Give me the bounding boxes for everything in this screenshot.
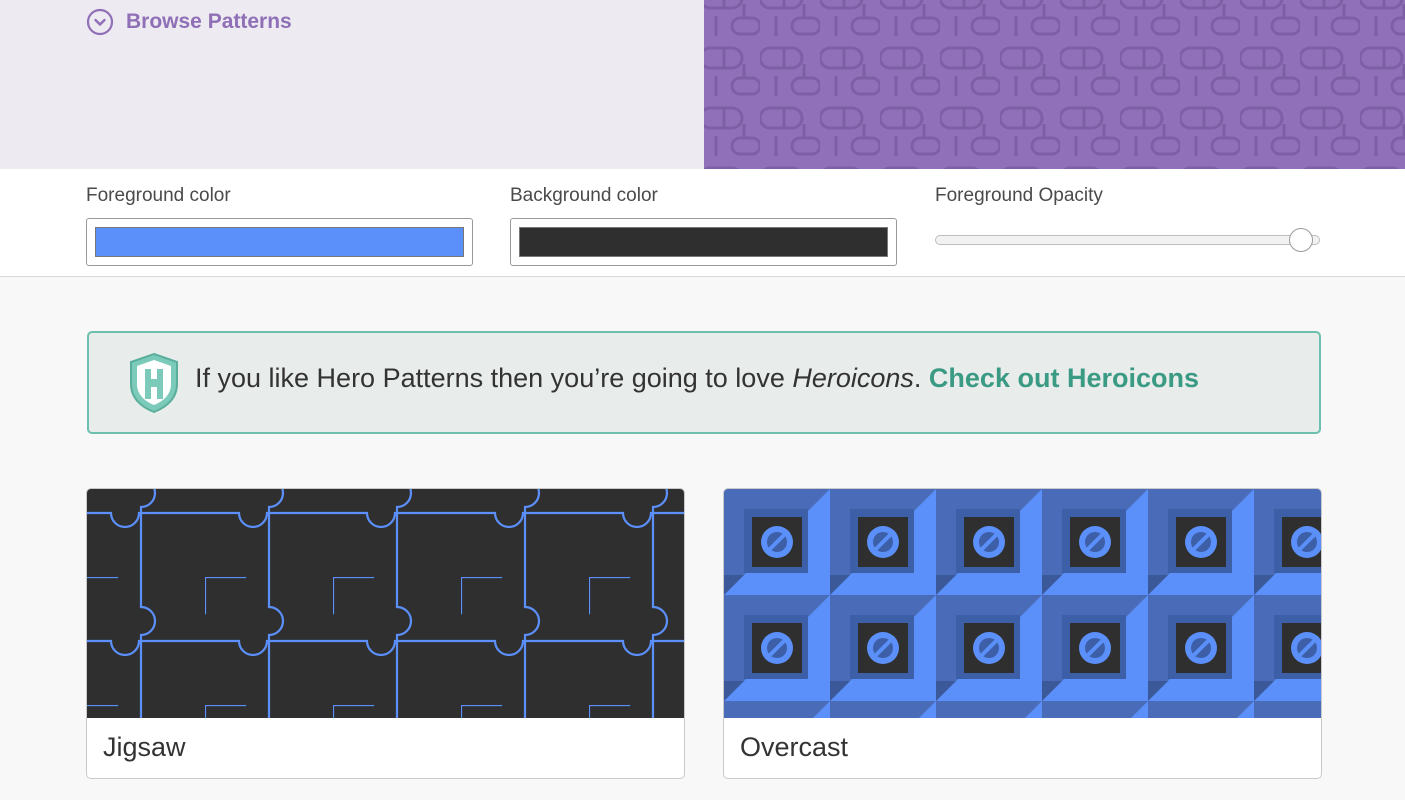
promo-product-name: Heroicons <box>792 363 914 393</box>
promo-text-before: If you like Hero Patterns then you’re go… <box>195 363 793 393</box>
browse-patterns-button[interactable]: Browse Patterns <box>86 8 292 36</box>
background-color-picker[interactable] <box>510 218 897 266</box>
background-color-swatch[interactable] <box>519 227 888 257</box>
opacity-slider-track[interactable] <box>935 235 1320 245</box>
foreground-opacity-label: Foreground Opacity <box>935 185 1103 206</box>
hero-section: Browse Patterns <box>0 0 1405 169</box>
foreground-color-picker[interactable] <box>86 218 473 266</box>
pattern-name: Overcast <box>740 732 849 762</box>
hero-left-panel: Browse Patterns <box>0 0 704 169</box>
overcast-pattern-preview <box>724 489 1321 718</box>
pattern-preview-icon <box>704 0 1405 169</box>
pattern-name: Jigsaw <box>103 732 186 762</box>
chevron-down-circle-icon <box>86 8 114 36</box>
opacity-slider-handle[interactable] <box>1288 228 1313 252</box>
foreground-color-label: Foreground color <box>86 185 231 206</box>
jigsaw-pattern-icon <box>87 489 684 718</box>
overcast-pattern-icon <box>724 489 1321 718</box>
jigsaw-pattern-preview <box>87 489 684 718</box>
foreground-color-swatch[interactable] <box>95 227 464 257</box>
background-color-label: Background color <box>510 185 658 206</box>
pattern-card-overcast[interactable]: Overcast <box>723 488 1322 779</box>
heroicons-promo-banner: If you like Hero Patterns then you’re go… <box>87 331 1321 434</box>
browse-patterns-label: Browse Patterns <box>126 10 292 33</box>
check-out-heroicons-link[interactable]: Check out Heroicons <box>929 363 1199 393</box>
promo-text-after: . <box>913 363 929 393</box>
promo-message: If you like Hero Patterns then you’re go… <box>195 363 1199 394</box>
pattern-card-jigsaw[interactable]: Jigsaw <box>86 488 685 779</box>
heroicons-shield-logo-icon <box>130 352 178 414</box>
hero-pattern-preview <box>704 0 1405 169</box>
color-controls: Foreground color Background color Foregr… <box>0 169 1405 277</box>
